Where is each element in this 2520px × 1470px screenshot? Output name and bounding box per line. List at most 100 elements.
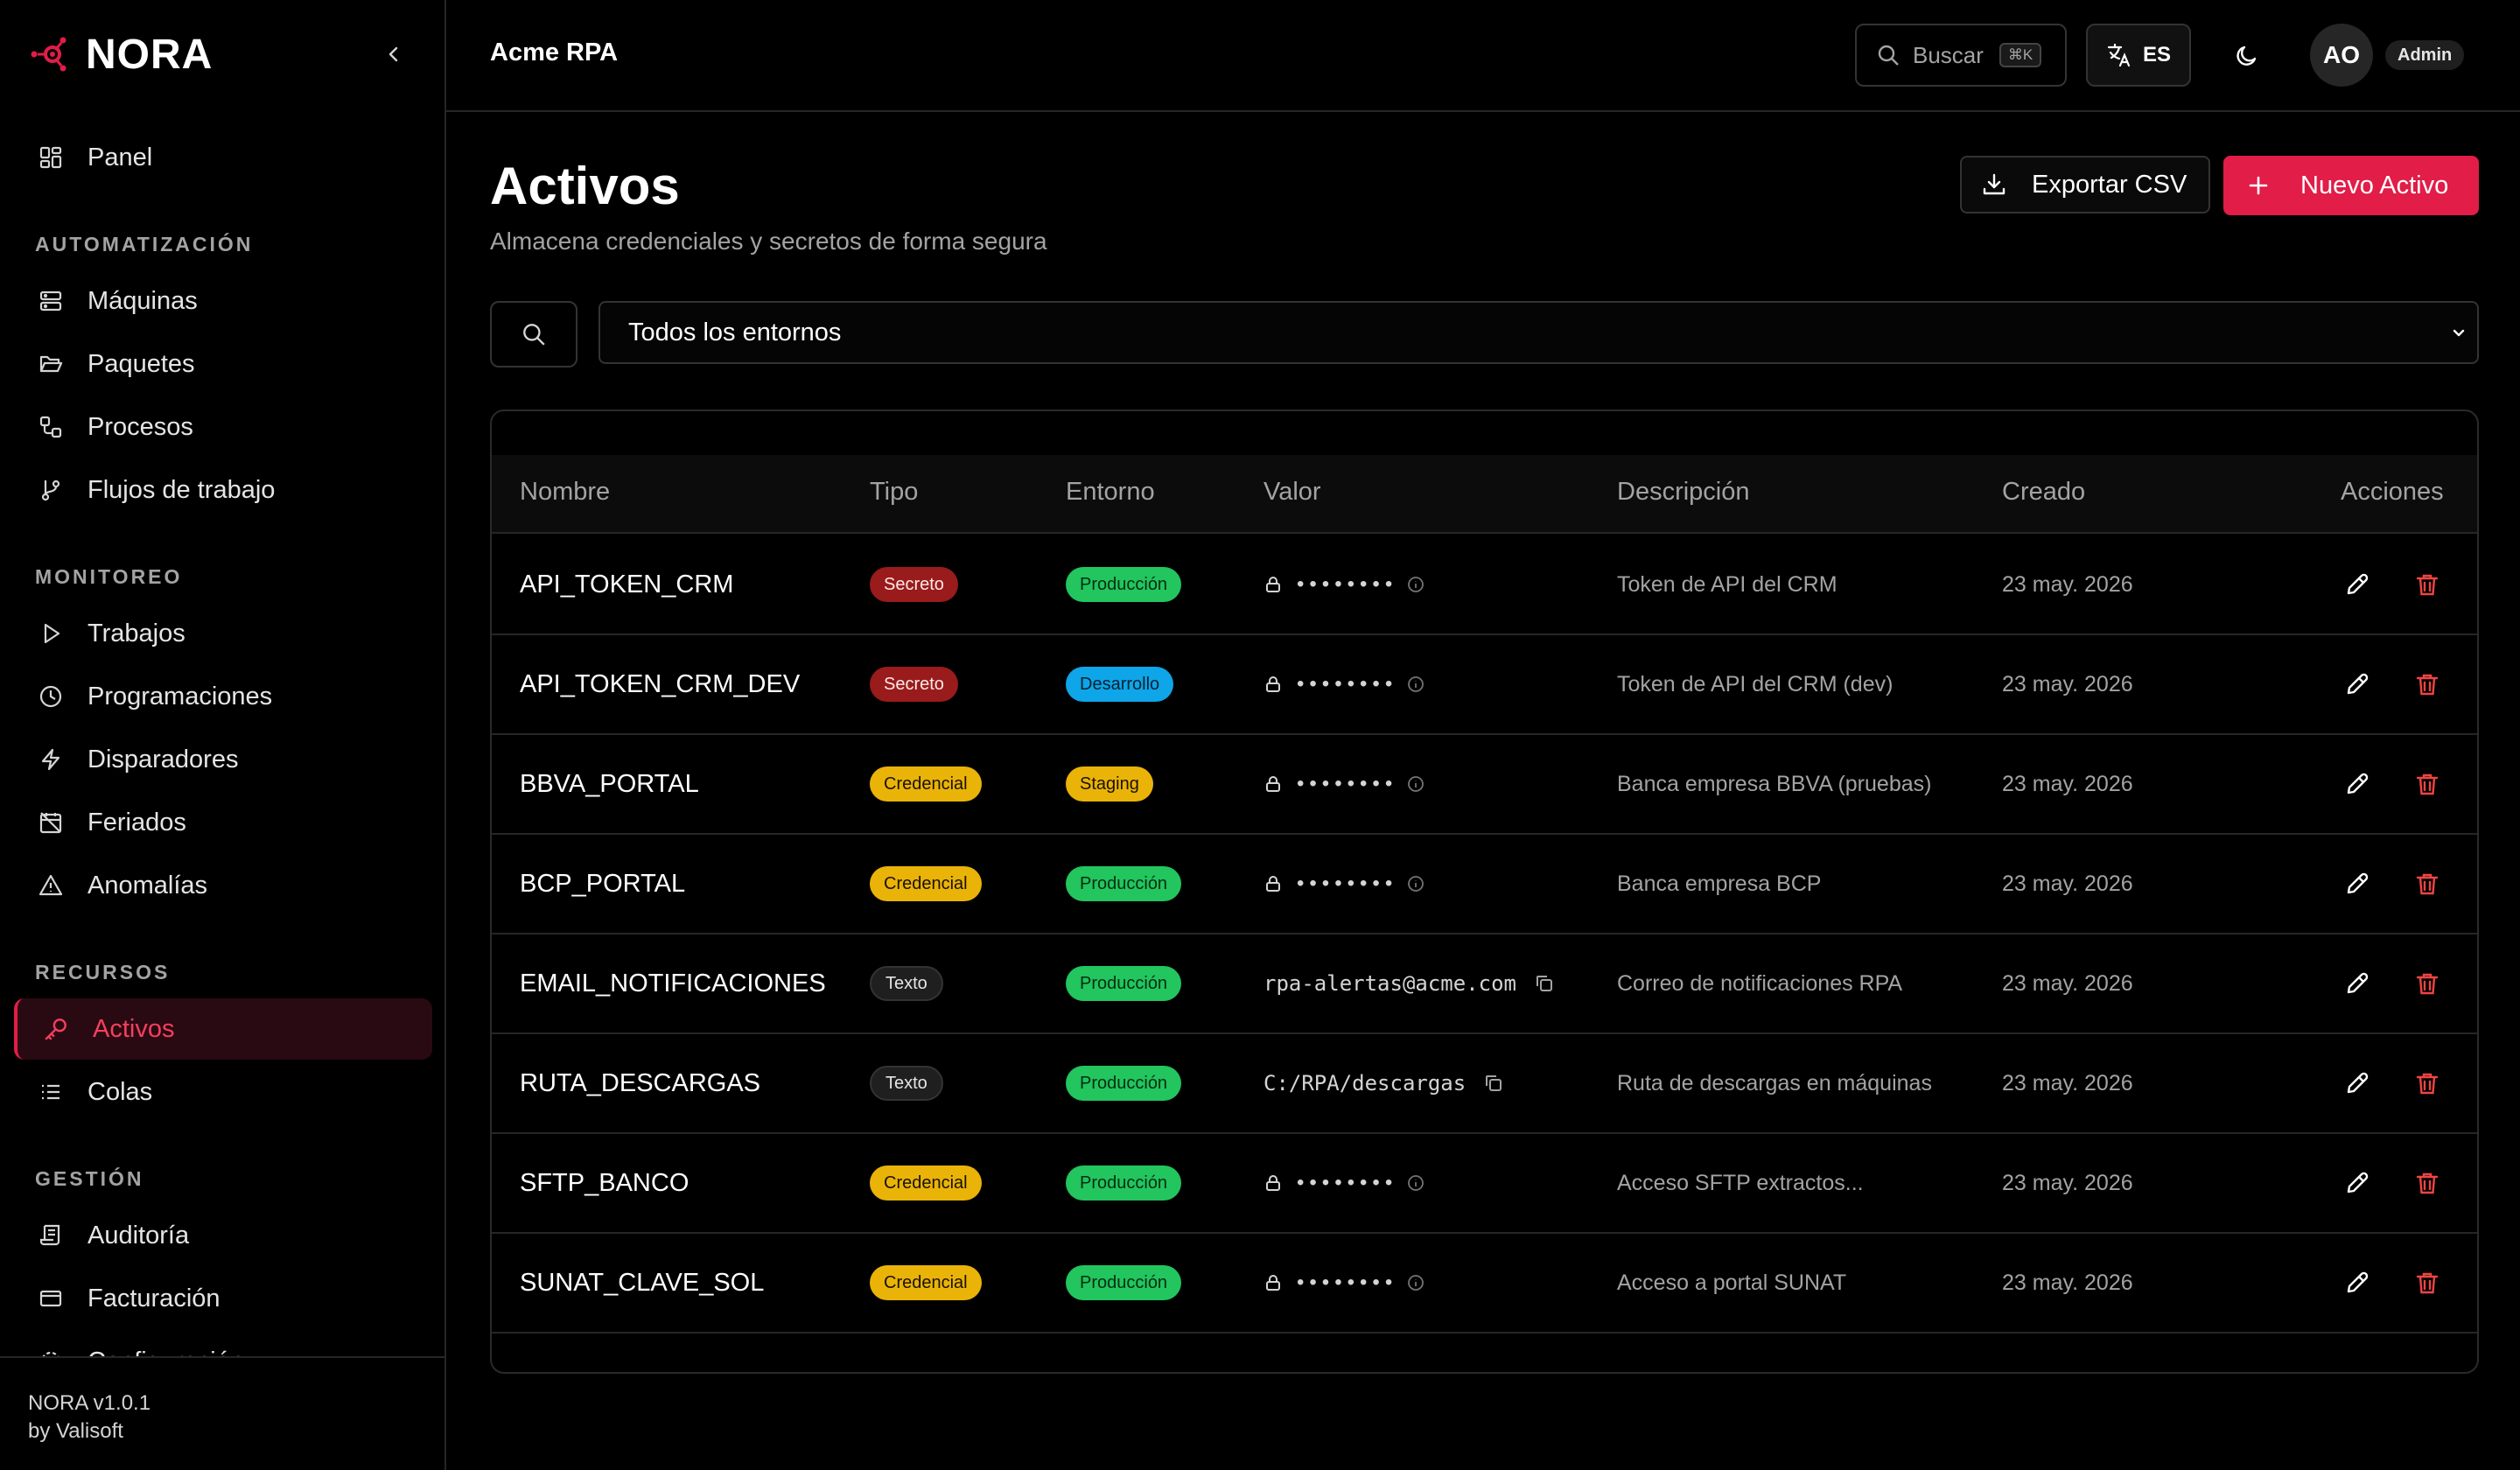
column-header[interactable]: Tipo (870, 478, 918, 507)
section-label-recursos: RECURSOS (35, 961, 171, 984)
sidebar-item-label: Paquetes (88, 349, 195, 378)
delete-button[interactable] (2406, 1062, 2448, 1104)
edit-button[interactable] (2336, 763, 2378, 805)
delete-button[interactable] (2406, 962, 2448, 1004)
type-badge: Credencial (870, 1166, 982, 1200)
pencil-icon (2347, 673, 2369, 695)
sidebar-item-auditoria[interactable]: Auditoría (14, 1205, 432, 1266)
sidebar-item-facturacion[interactable]: Facturación (14, 1268, 432, 1329)
edit-button[interactable] (2336, 863, 2378, 905)
info-button[interactable] (1406, 675, 1425, 694)
type-badge: Texto (870, 1066, 943, 1101)
created-date: 23 may. 2026 (2002, 871, 2133, 896)
lightning-icon (37, 746, 65, 774)
new-asset-button[interactable]: Nuevo Activo (2223, 156, 2479, 215)
sidebar-item-feriados[interactable]: Feriados (14, 792, 432, 853)
edit-button[interactable] (2336, 663, 2378, 705)
delete-button[interactable] (2406, 1262, 2448, 1304)
sidebar-item-programaciones[interactable]: Programaciones (14, 666, 432, 727)
collapse-sidebar-button[interactable] (378, 38, 410, 70)
nora-logo-icon (30, 35, 68, 74)
sidebar-item-paquetes[interactable]: Paquetes (14, 333, 432, 395)
edit-button[interactable] (2336, 1262, 2378, 1304)
delete-button[interactable] (2406, 564, 2448, 606)
info-button[interactable] (1406, 874, 1425, 893)
trash-icon (2416, 574, 2439, 596)
brand[interactable]: NORA (30, 26, 213, 82)
calendar-off-icon (37, 808, 65, 836)
lock-icon (1266, 1175, 1280, 1191)
copy-button[interactable] (1483, 1073, 1504, 1094)
env-cell: Producción (1066, 1234, 1182, 1332)
delete-button[interactable] (2406, 663, 2448, 705)
edit-button[interactable] (2336, 1062, 2378, 1104)
column-header[interactable]: Creado (2002, 478, 2085, 507)
column-header[interactable]: Valor (1264, 478, 1321, 507)
delete-button[interactable] (2406, 863, 2448, 905)
table-search-button[interactable] (490, 301, 578, 368)
sidebar-item-colas[interactable]: Colas (14, 1061, 432, 1123)
chevron-left-icon (388, 46, 398, 62)
sidebar-item-trabajos[interactable]: Trabajos (14, 603, 432, 664)
play-icon (37, 620, 65, 648)
table-row[interactable]: BCP_PORTAL Credencial Producción •••••••• Ba… (492, 835, 2477, 934)
lock-icon-wrap (1264, 1173, 1283, 1193)
info-button[interactable] (1406, 1273, 1425, 1292)
delete-button[interactable] (2406, 763, 2448, 805)
column-header[interactable]: Nombre (520, 478, 610, 507)
gear-icon (37, 1348, 65, 1356)
asset-value: rpa-alertas@acme.com (1264, 971, 1516, 996)
info-button[interactable] (1406, 1173, 1425, 1193)
env-cell: Producción (1066, 934, 1182, 1032)
column-header[interactable]: Descripción (1617, 478, 1750, 507)
dashboard-icon (37, 144, 65, 172)
avatar[interactable]: AO (2310, 24, 2373, 87)
created-date: 23 may. 2026 (2002, 571, 2133, 597)
delete-button[interactable] (2406, 1162, 2448, 1204)
sidebar-item-configuracion[interactable]: Configuración (14, 1330, 432, 1356)
table-row[interactable]: RUTA_DESCARGAS Texto Producción C:/RPA/desc… (492, 1034, 2477, 1134)
edit-button[interactable] (2336, 564, 2378, 606)
global-search-button[interactable]: Buscar ⌘K (1855, 24, 2067, 87)
copy-button[interactable] (1534, 973, 1555, 994)
sidebar-item-label: Feriados (88, 808, 186, 836)
info-button[interactable] (1406, 774, 1425, 794)
sidebar-item-anomalias[interactable]: Anomalías (14, 855, 432, 916)
created-date: 23 may. 2026 (2002, 671, 2133, 696)
sidebar-item-label: Anomalías (88, 871, 208, 900)
org-name[interactable]: Acme RPA (490, 38, 618, 67)
created-date: 23 may. 2026 (2002, 970, 2133, 996)
table-row[interactable]: API_TOKEN_CRM_DEV Secreto Desarrollo ••••••… (492, 635, 2477, 735)
edit-button[interactable] (2336, 1162, 2378, 1204)
table-row[interactable]: SFTP_BANCO Credencial Producción •••••••• Ac… (492, 1134, 2477, 1234)
actions-cell (2336, 1134, 2476, 1232)
sidebar-item-maquinas[interactable]: Máquinas (14, 270, 432, 332)
trash-icon (2416, 1272, 2439, 1294)
table-row[interactable]: BBVA_PORTAL Credencial Staging •••••••• Banc… (492, 735, 2477, 835)
info-icon (1408, 676, 1424, 692)
table-row[interactable]: API_TOKEN_CRM Secreto Producción •••••••• To… (492, 536, 2477, 635)
chevron-down-icon (2453, 329, 2465, 337)
value-cell: C:/RPA/descargas (1264, 1034, 1504, 1132)
table-row[interactable]: EMAIL_NOTIFICACIONES Texto Producción rpa-a… (492, 934, 2477, 1034)
created-date: 23 may. 2026 (2002, 1270, 2133, 1295)
type-badge: Credencial (870, 1265, 982, 1300)
table-row[interactable]: SUNAT_CLAVE_SOL Credencial Producción •••••… (492, 1234, 2477, 1334)
sidebar-item-disparadores[interactable]: Disparadores (14, 729, 432, 790)
info-button[interactable] (1406, 575, 1425, 594)
environment-filter-select[interactable]: Todos los entornos (598, 301, 2479, 364)
edit-button[interactable] (2336, 962, 2378, 1004)
sidebar-item-activos[interactable]: Activos (14, 998, 432, 1060)
sidebar-item-flujos[interactable]: Flujos de trabajo (14, 459, 432, 521)
language-button[interactable]: ES (2086, 24, 2191, 87)
export-csv-button[interactable]: Exportar CSV (1960, 156, 2210, 214)
sidebar-item-panel[interactable]: Panel (14, 127, 432, 188)
column-header[interactable]: Entorno (1066, 478, 1155, 507)
sidebar-item-label: Procesos (88, 412, 193, 441)
theme-toggle-button[interactable] (2226, 35, 2268, 77)
sidebar-item-label: Panel (88, 143, 153, 172)
top-header: Acme RPA Buscar ⌘K ES AO Admin (446, 0, 2520, 112)
sidebar-footer: NORA v1.0.1 by Valisoft (0, 1356, 444, 1446)
sidebar-item-procesos[interactable]: Procesos (14, 396, 432, 458)
clock-icon (37, 682, 65, 710)
